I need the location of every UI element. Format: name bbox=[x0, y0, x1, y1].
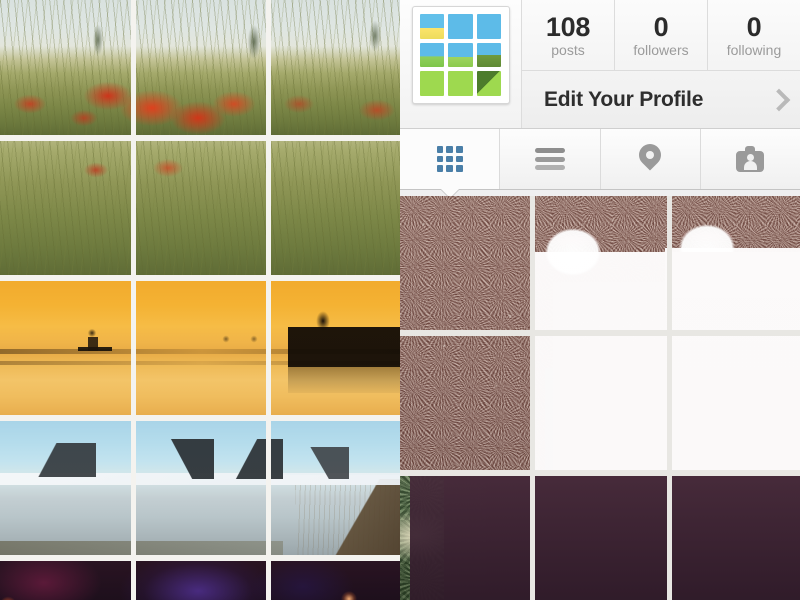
sneakers-asphalt-scene bbox=[671, 336, 800, 470]
forest-scene bbox=[400, 476, 531, 600]
tab-grid[interactable] bbox=[400, 129, 501, 189]
lake-mountain-scene bbox=[135, 421, 267, 555]
photo-tile[interactable] bbox=[271, 561, 400, 600]
stat-followers-value: 0 bbox=[653, 12, 669, 43]
gallery-row bbox=[0, 0, 400, 141]
profile-photo-grid bbox=[400, 196, 800, 600]
gallery-row bbox=[0, 141, 400, 281]
photo-tile[interactable] bbox=[0, 141, 136, 275]
photo-tile[interactable] bbox=[671, 336, 800, 470]
photo-tile[interactable] bbox=[0, 0, 136, 135]
photo-tile[interactable] bbox=[135, 561, 272, 600]
tab-map[interactable] bbox=[601, 129, 701, 189]
person-badge-icon bbox=[736, 146, 765, 172]
photo-tile[interactable] bbox=[671, 196, 800, 330]
sneakers-asphalt-scene bbox=[535, 336, 667, 470]
stat-posts-value: 108 bbox=[545, 12, 591, 43]
list-icon bbox=[534, 148, 565, 170]
photo-tile[interactable] bbox=[400, 196, 536, 330]
avatar-tile bbox=[476, 71, 502, 96]
stat-following-value: 0 bbox=[746, 12, 762, 43]
photo-grid-preview bbox=[0, 0, 400, 600]
gallery-row bbox=[400, 196, 800, 336]
avatar-tile bbox=[476, 14, 502, 39]
photo-tile[interactable] bbox=[535, 476, 672, 600]
sunset-surfer-scene bbox=[0, 281, 131, 415]
forest-scene bbox=[671, 476, 800, 600]
profile-avatar[interactable] bbox=[411, 6, 510, 104]
sneakers-asphalt-scene bbox=[400, 196, 531, 330]
photo-tile[interactable] bbox=[135, 0, 272, 135]
map-pin-icon bbox=[638, 144, 662, 174]
gallery-row bbox=[400, 336, 800, 476]
stat-followers-label: followers bbox=[633, 41, 689, 58]
screen-root: 108 posts 0 followers 0 following Edit Y… bbox=[0, 0, 800, 600]
poppy-field-scene bbox=[271, 141, 400, 275]
avatar-tile bbox=[419, 42, 445, 68]
photo-tile[interactable] bbox=[271, 141, 400, 275]
poppy-field-scene bbox=[271, 0, 400, 135]
photo-tile[interactable] bbox=[535, 336, 672, 470]
gallery-row bbox=[400, 476, 800, 600]
profile-screen: 108 posts 0 followers 0 following Edit Y… bbox=[400, 0, 800, 600]
photo-tile[interactable] bbox=[135, 421, 272, 555]
stat-following[interactable]: 0 following bbox=[708, 0, 800, 70]
sunset-surfer-scene bbox=[271, 281, 400, 415]
chevron-right-icon bbox=[770, 87, 786, 113]
photo-tile[interactable] bbox=[0, 421, 136, 555]
avatar-tile bbox=[476, 42, 502, 68]
photo-tile[interactable] bbox=[671, 476, 800, 600]
grid-icon bbox=[436, 146, 463, 172]
night-lights-scene bbox=[135, 561, 267, 600]
sneakers-asphalt-scene bbox=[535, 196, 667, 330]
profile-stats: 108 posts 0 followers 0 following bbox=[522, 0, 800, 71]
photo-tile[interactable] bbox=[271, 421, 400, 555]
poppy-field-scene bbox=[0, 141, 131, 275]
stat-posts-label: posts bbox=[551, 41, 585, 58]
avatar-tile bbox=[448, 71, 473, 96]
avatar-tile bbox=[419, 71, 445, 96]
gallery-row bbox=[0, 281, 400, 421]
photo-tile[interactable] bbox=[135, 141, 272, 275]
sneakers-asphalt-scene bbox=[400, 336, 531, 470]
stat-followers[interactable]: 0 followers bbox=[615, 0, 708, 70]
avatar-tile bbox=[448, 42, 473, 68]
night-lights-scene bbox=[0, 561, 131, 600]
lake-mountain-scene bbox=[271, 421, 400, 555]
photo-tile[interactable] bbox=[271, 281, 400, 415]
photo-tile[interactable] bbox=[400, 476, 536, 600]
tab-tagged[interactable] bbox=[701, 129, 800, 189]
forest-scene bbox=[535, 476, 667, 600]
avatar-tile bbox=[448, 14, 473, 39]
edit-your-profile-label: Edit Your Profile bbox=[544, 87, 704, 111]
photo-tile[interactable] bbox=[0, 561, 136, 600]
poppy-field-scene bbox=[135, 141, 267, 275]
edit-your-profile-button[interactable]: Edit Your Profile bbox=[522, 71, 800, 128]
avatar-container[interactable] bbox=[400, 0, 522, 128]
sneakers-asphalt-scene bbox=[671, 196, 800, 330]
night-lights-scene bbox=[271, 561, 400, 600]
header-right-column: 108 posts 0 followers 0 following Edit Y… bbox=[522, 0, 800, 128]
photo-tile[interactable] bbox=[0, 281, 136, 415]
poppy-field-scene bbox=[0, 0, 131, 135]
photo-tile[interactable] bbox=[400, 336, 536, 470]
sunset-surfer-scene bbox=[135, 281, 267, 415]
stat-posts[interactable]: 108 posts bbox=[522, 0, 615, 70]
photo-tile[interactable] bbox=[135, 281, 272, 415]
profile-tab-bar bbox=[400, 128, 800, 190]
photo-tile[interactable] bbox=[271, 0, 400, 135]
photo-tile[interactable] bbox=[535, 196, 672, 330]
gallery-row bbox=[0, 561, 400, 600]
stat-following-label: following bbox=[726, 41, 782, 58]
profile-header: 108 posts 0 followers 0 following Edit Y… bbox=[400, 0, 800, 128]
tab-list[interactable] bbox=[500, 129, 601, 189]
poppy-field-scene bbox=[135, 0, 267, 135]
gallery-row bbox=[0, 421, 400, 561]
lake-mountain-scene bbox=[0, 421, 131, 555]
avatar-tile bbox=[419, 14, 445, 39]
